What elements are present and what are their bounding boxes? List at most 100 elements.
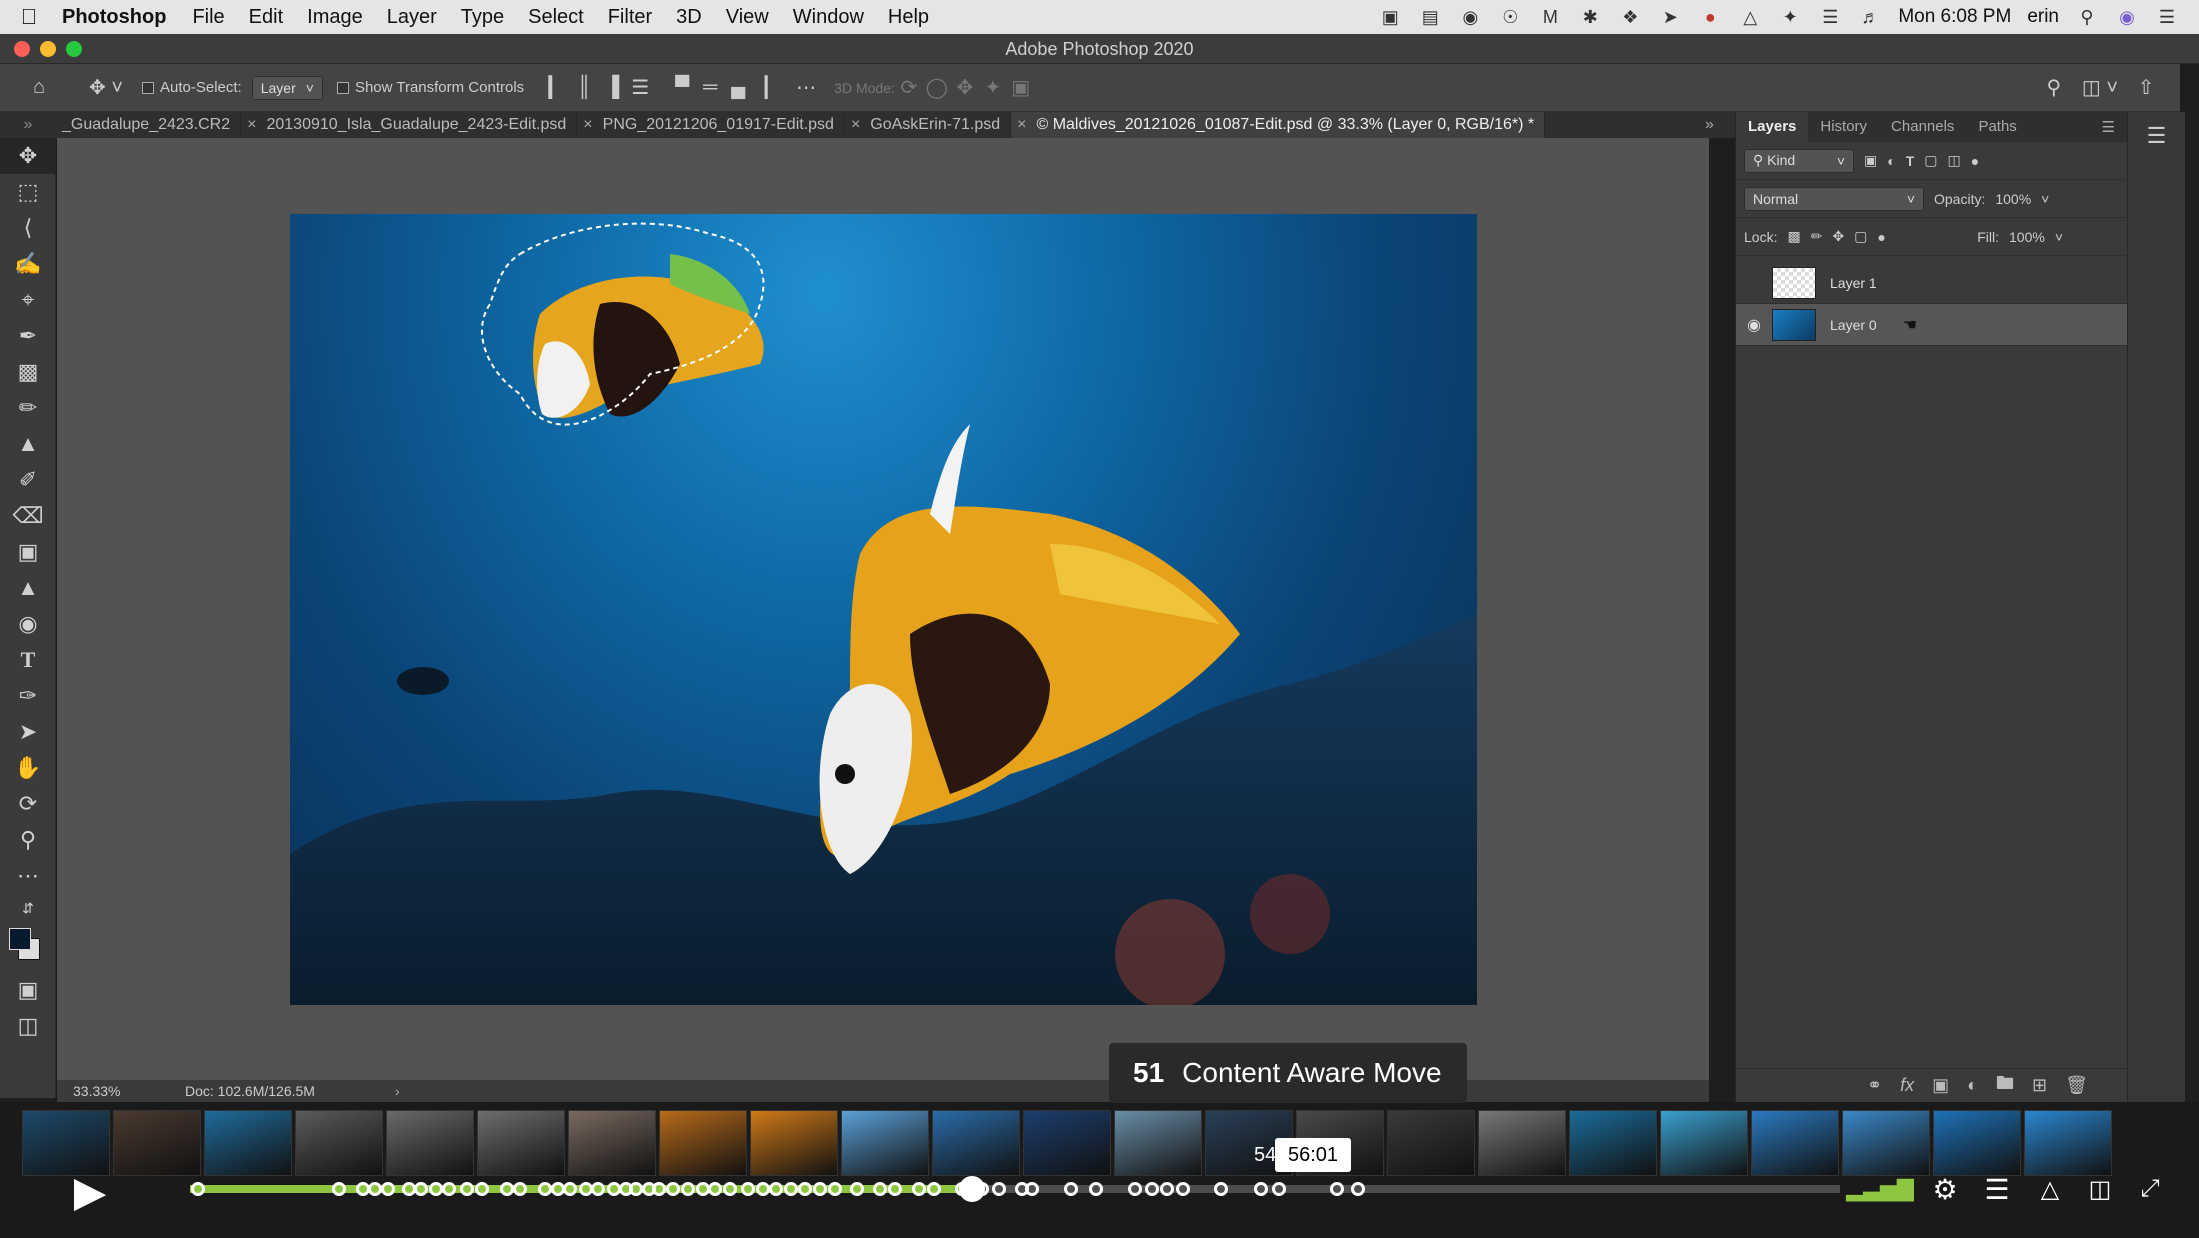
- search-icon[interactable]: ⚲: [2040, 72, 2068, 104]
- visibility-off-icon[interactable]: [1736, 274, 1772, 292]
- menubar-clock[interactable]: Mon 6:08 PM: [1898, 6, 2011, 28]
- more-tabs-icon[interactable]: »: [1705, 116, 1735, 134]
- record-icon[interactable]: ●: [1698, 6, 1722, 28]
- creative-cloud-icon[interactable]: ◉: [1458, 6, 1482, 28]
- auto-select-checkbox[interactable]: Auto-Select:: [142, 79, 242, 96]
- collapse-panel-icon[interactable]: »: [0, 116, 56, 134]
- chapter-marker[interactable]: [707, 1182, 722, 1196]
- chapter-marker[interactable]: [783, 1182, 798, 1196]
- chapter-marker[interactable]: [991, 1182, 1006, 1196]
- chapter-marker[interactable]: [1024, 1182, 1039, 1196]
- chapter-marker[interactable]: [798, 1182, 813, 1196]
- adjustment-layer-icon[interactable]: ◐: [1967, 1075, 1978, 1096]
- share-icon[interactable]: ⇧: [2132, 72, 2160, 104]
- chapter-marker[interactable]: [331, 1182, 346, 1196]
- apple-menu-icon[interactable]: : [0, 4, 58, 30]
- chapter-marker[interactable]: [414, 1182, 428, 1196]
- chapter-thumbnail[interactable]: [1387, 1110, 1475, 1176]
- close-icon[interactable]: ×: [583, 116, 592, 133]
- tab-channels[interactable]: Channels: [1879, 112, 1966, 142]
- chapter-marker[interactable]: [537, 1182, 552, 1196]
- bluetooth-icon[interactable]: ✱: [1578, 6, 1602, 28]
- notification-center-icon[interactable]: ☰: [2155, 6, 2179, 28]
- menu-window[interactable]: Window: [781, 6, 876, 29]
- chapter-marker[interactable]: [1329, 1182, 1344, 1196]
- healing-brush-tool-icon[interactable]: ▩: [0, 354, 56, 390]
- chapter-thumbnail[interactable]: [568, 1110, 656, 1176]
- tab-doc-4[interactable]: × GoAskErin-71.psd: [845, 112, 1012, 138]
- screenshot-icon[interactable]: ▣: [1378, 6, 1402, 28]
- lock-pixels-icon[interactable]: ✏: [1811, 228, 1823, 245]
- distribute-vertical-icon[interactable]: ┃: [752, 72, 780, 104]
- chapter-marker[interactable]: [1351, 1182, 1366, 1196]
- dodge-tool-icon[interactable]: ◉: [0, 606, 56, 642]
- menu-view[interactable]: View: [714, 6, 781, 29]
- chapter-thumbnail[interactable]: [1569, 1110, 1657, 1176]
- layer-row[interactable]: Layer 1: [1736, 262, 2127, 304]
- chapter-marker[interactable]: [651, 1182, 666, 1196]
- tab-layers[interactable]: Layers: [1736, 112, 1809, 142]
- menu-3d[interactable]: 3D: [664, 6, 714, 29]
- chapter-marker[interactable]: [1088, 1182, 1103, 1196]
- chapter-marker[interactable]: [849, 1182, 864, 1196]
- chapter-thumbnail[interactable]: [2024, 1110, 2112, 1176]
- chapter-marker[interactable]: [722, 1182, 737, 1196]
- chapter-marker[interactable]: [681, 1182, 696, 1196]
- document-workspace[interactable]: [57, 138, 1709, 1080]
- filter-toggle-icon[interactable]: ●: [1971, 153, 1979, 169]
- close-icon[interactable]: ×: [247, 116, 256, 133]
- dropbox-icon[interactable]: ❖: [1618, 6, 1642, 28]
- chapter-marker[interactable]: [1128, 1182, 1143, 1196]
- lock-transparency-icon[interactable]: ▩: [1787, 228, 1800, 245]
- chapter-marker[interactable]: [666, 1182, 681, 1196]
- chapter-thumbnail[interactable]: [1478, 1110, 1566, 1176]
- chevron-down-icon[interactable]: ˅: [2055, 229, 2063, 245]
- close-icon[interactable]: ×: [851, 116, 860, 133]
- close-window-button[interactable]: [14, 41, 30, 57]
- eraser-tool-icon[interactable]: ⌫: [0, 498, 56, 534]
- align-right-icon[interactable]: ▐: [598, 72, 626, 104]
- marquee-tool-icon[interactable]: ⬚: [0, 174, 56, 210]
- align-center-icon[interactable]: ║: [570, 72, 598, 104]
- volume-bars-icon[interactable]: ▂▃▅▇: [1846, 1172, 1914, 1206]
- display-icon[interactable]: ▤: [1418, 6, 1442, 28]
- menubar-user[interactable]: erin: [2027, 6, 2059, 28]
- filter-kind-dropdown[interactable]: ⚲ Kind ˅: [1744, 148, 1854, 173]
- filter-shape-icon[interactable]: ▢: [1924, 152, 1937, 169]
- layer-name[interactable]: Layer 0: [1830, 317, 1877, 333]
- fx-icon[interactable]: fx: [1900, 1075, 1914, 1096]
- chapter-marker[interactable]: [381, 1182, 395, 1196]
- picture-in-picture-icon[interactable]: ◫: [2080, 1172, 2120, 1206]
- chapter-thumbnail[interactable]: [1751, 1110, 1839, 1176]
- chapter-marker[interactable]: [367, 1182, 382, 1196]
- chapter-marker[interactable]: [628, 1182, 643, 1196]
- tab-history[interactable]: History: [1808, 112, 1879, 142]
- filter-adjustment-icon[interactable]: ◐: [1887, 153, 1895, 169]
- quick-mask-icon[interactable]: ▣: [0, 972, 56, 1008]
- color-swatches[interactable]: [0, 922, 56, 972]
- tab-doc-1[interactable]: _Guadalupe_2423.CR2: [56, 112, 242, 138]
- chapter-marker[interactable]: [1159, 1182, 1174, 1196]
- minimize-window-button[interactable]: [40, 41, 56, 57]
- menu-filter[interactable]: Filter: [596, 6, 664, 29]
- panel-menu-icon[interactable]: ☰: [2102, 118, 2127, 136]
- layer-name[interactable]: Layer 1: [1830, 275, 1877, 291]
- chapter-marker[interactable]: [1144, 1182, 1159, 1196]
- opacity-value[interactable]: 100%: [1995, 191, 2031, 207]
- transform-controls-check[interactable]: [336, 81, 349, 94]
- fullscreen-icon[interactable]: ⤢: [2130, 1172, 2170, 1206]
- align-top-icon[interactable]: ▀: [668, 72, 696, 104]
- align-middle-icon[interactable]: ═: [696, 72, 724, 104]
- transform-controls-checkbox[interactable]: Show Transform Controls: [336, 79, 524, 96]
- mail-icon[interactable]: M: [1538, 6, 1562, 28]
- zoom-window-button[interactable]: [66, 41, 82, 57]
- chapter-marker[interactable]: [1253, 1182, 1268, 1196]
- lock-all-icon[interactable]: ●: [1877, 229, 1885, 245]
- chapter-thumbnail[interactable]: [841, 1110, 929, 1176]
- crop-tool-icon[interactable]: ⌖: [0, 282, 56, 318]
- link-layers-icon[interactable]: ⚭: [1867, 1075, 1882, 1096]
- airplay-icon[interactable]: △: [1738, 6, 1762, 28]
- chapter-marker[interactable]: [740, 1182, 755, 1196]
- chapter-marker[interactable]: [912, 1182, 927, 1196]
- chapter-marker[interactable]: [460, 1182, 475, 1196]
